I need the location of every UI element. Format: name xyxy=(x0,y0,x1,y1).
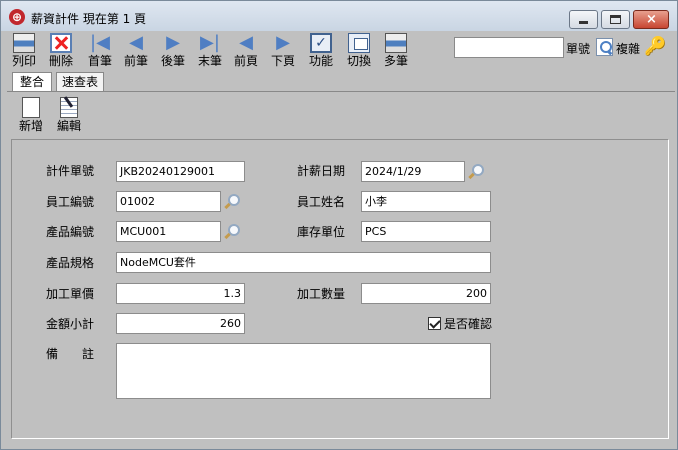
title-bar: ⊕ 薪資計件 現在第 1 頁 × xyxy=(1,1,677,31)
stock-unit-field[interactable]: PCS xyxy=(361,221,491,242)
minimize-button[interactable] xyxy=(569,10,598,29)
first-record-icon: |◀ xyxy=(90,32,110,53)
new-page-icon xyxy=(22,97,40,118)
remarks-field[interactable] xyxy=(116,343,491,399)
employee-no-field[interactable]: 01002 xyxy=(116,191,221,212)
multi-record-icon xyxy=(385,33,407,53)
unit-price-label: 加工單價 xyxy=(46,287,95,301)
search-icon[interactable] xyxy=(596,38,613,56)
edit-button[interactable]: 編輯 xyxy=(50,97,88,137)
last-record-button[interactable]: ▶| 末筆 xyxy=(191,33,229,71)
previous-record-icon: ◀ xyxy=(129,32,143,53)
delete-icon xyxy=(50,33,72,53)
app-icon: ⊕ xyxy=(9,9,25,25)
product-spec-label: 產品規格 xyxy=(46,256,95,270)
maximize-icon xyxy=(610,15,621,24)
product-no-label: 產品編號 xyxy=(46,225,95,239)
edit-icon xyxy=(60,97,78,118)
multi-record-button[interactable]: 多筆 xyxy=(377,33,415,71)
printer-icon xyxy=(13,33,35,53)
switch-icon xyxy=(348,33,370,53)
function-icon: ✓ xyxy=(310,33,332,53)
product-lookup-icon[interactable] xyxy=(223,222,241,240)
tab-merge[interactable]: 整合 xyxy=(12,72,52,92)
print-button[interactable]: 列印 xyxy=(5,33,43,71)
previous-page-button[interactable]: ◀ 前頁 xyxy=(227,33,265,71)
confirmed-label: 是否確認 xyxy=(444,317,493,331)
next-record-button[interactable]: ▶ 後筆 xyxy=(154,33,192,71)
previous-record-button[interactable]: ◀ 前筆 xyxy=(117,33,155,71)
complex-search-label[interactable]: 複雜 xyxy=(616,40,640,57)
next-page-button[interactable]: ▶ 下頁 xyxy=(264,33,302,71)
window-title: 薪資計件 現在第 1 頁 xyxy=(31,12,147,26)
record-actions: 新增 編輯 xyxy=(12,97,112,139)
function-button[interactable]: ✓ 功能 xyxy=(302,33,340,71)
employee-name-field[interactable]: 小李 xyxy=(361,191,491,212)
previous-page-icon: ◀ xyxy=(239,32,253,53)
quantity-field[interactable]: 200 xyxy=(361,283,491,304)
search-label: 單號 xyxy=(566,42,591,56)
subtotal-field[interactable]: 260 xyxy=(116,313,245,334)
payroll-piecework-window: ⊕ 薪資計件 現在第 1 頁 × 列印 刪除 |◀ 首筆 ◀ 前筆 ▶ 後筆 ▶| 末筆… xyxy=(0,0,678,450)
employee-lookup-icon[interactable] xyxy=(223,192,241,210)
delete-button[interactable]: 刪除 xyxy=(42,33,80,71)
tab-divider xyxy=(7,91,675,92)
piece-no-field[interactable]: JKB20240129001 xyxy=(116,161,245,182)
employee-no-label: 員工編號 xyxy=(46,195,95,209)
product-spec-field[interactable]: NodeMCU套件 xyxy=(116,252,491,273)
minimize-icon xyxy=(579,21,588,24)
unit-price-field[interactable]: 1.3 xyxy=(116,283,245,304)
pay-date-picker-icon[interactable] xyxy=(467,162,485,180)
remarks-label: 備 註 xyxy=(46,347,95,361)
stock-unit-label: 庫存單位 xyxy=(297,225,346,239)
next-record-icon: ▶ xyxy=(166,32,180,53)
pay-date-field[interactable]: 2024/1/29 xyxy=(361,161,465,182)
key-icon[interactable]: 🔑 xyxy=(644,37,666,57)
close-button[interactable]: × xyxy=(633,10,669,29)
employee-name-label: 員工姓名 xyxy=(297,195,346,209)
close-icon: × xyxy=(646,12,657,27)
confirmed-checkbox[interactable] xyxy=(428,317,441,330)
subtotal-label: 金額小計 xyxy=(46,317,95,331)
switch-button[interactable]: 切換 xyxy=(340,33,378,71)
next-page-icon: ▶ xyxy=(276,32,290,53)
maximize-button[interactable] xyxy=(601,10,630,29)
pay-date-label: 計薪日期 xyxy=(297,164,346,178)
search-input[interactable] xyxy=(454,37,564,58)
new-button[interactable]: 新增 xyxy=(12,97,50,137)
quantity-label: 加工數量 xyxy=(297,287,346,301)
piece-no-label: 計件單號 xyxy=(46,164,95,178)
last-record-icon: ▶| xyxy=(200,32,220,53)
first-record-button[interactable]: |◀ 首筆 xyxy=(81,33,119,71)
tab-quick-table[interactable]: 速查表 xyxy=(56,72,104,92)
product-no-field[interactable]: MCU001 xyxy=(116,221,221,242)
